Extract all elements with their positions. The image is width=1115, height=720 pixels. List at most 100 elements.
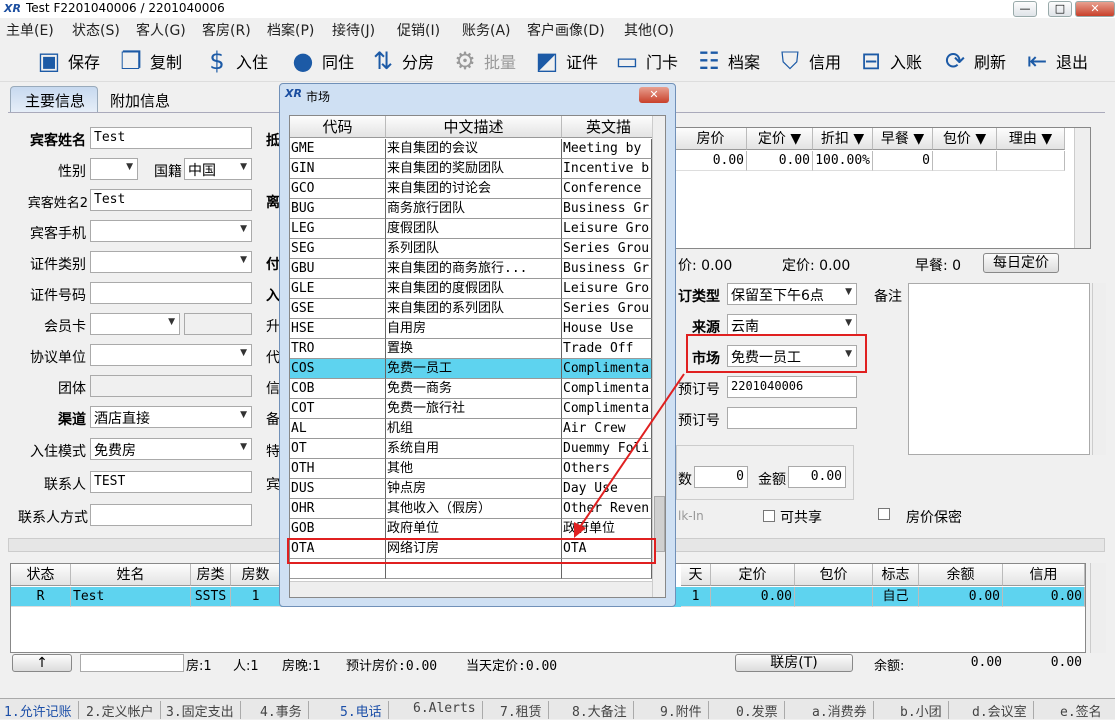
rate-header[interactable]: 折扣 ▼: [813, 128, 873, 150]
market-row[interactable]: GIN 来自集团的奖励团队 Incentive b: [290, 159, 652, 179]
booking-no-input[interactable]: 2201040006: [727, 376, 857, 398]
credit-button[interactable]: ⛉ 信用: [775, 43, 841, 79]
guest-name2-input[interactable]: Test: [90, 189, 252, 211]
guest-list-scrollbar[interactable]: [1090, 563, 1106, 653]
bottom-tab[interactable]: 3.固定支出: [166, 701, 241, 720]
close-button[interactable]: ✕: [1075, 1, 1115, 17]
guest-cell[interactable]: 0.00: [919, 587, 1003, 607]
bottom-tab[interactable]: 2.定义帐户: [86, 701, 161, 720]
rate-header[interactable]: 早餐 ▼: [873, 128, 933, 150]
id-doc-button[interactable]: ◩ 证件: [532, 43, 598, 79]
guest-list-header[interactable]: 房数: [231, 564, 281, 586]
source-select[interactable]: 云南: [727, 314, 857, 336]
bottom-tab[interactable]: 0.发票: [736, 701, 785, 720]
amount-input[interactable]: 0.00: [788, 466, 846, 488]
post-button[interactable]: ⊟ 入账: [856, 43, 922, 79]
rate-cell[interactable]: 0.00: [747, 151, 813, 171]
guest-cell[interactable]: 0.00: [1003, 587, 1085, 607]
remark-textarea[interactable]: [908, 283, 1090, 455]
guest-list-header[interactable]: 定价: [711, 564, 795, 586]
rate-header[interactable]: 定价 ▼: [747, 128, 813, 150]
menu-item[interactable]: 档案(P): [267, 20, 314, 40]
bottom-tab[interactable]: 1.允许记账: [4, 701, 79, 720]
guest-list-header[interactable]: 姓名: [71, 564, 191, 586]
rate-cell[interactable]: [997, 151, 1065, 171]
tab-main-info[interactable]: 主要信息: [10, 86, 98, 112]
rate-header[interactable]: 理由 ▼: [997, 128, 1065, 150]
guest-cell[interactable]: Test: [71, 587, 191, 607]
minimize-button[interactable]: —: [1013, 1, 1037, 17]
guest-list-header[interactable]: 天: [681, 564, 711, 586]
guest-name-input[interactable]: Test: [90, 127, 252, 149]
rate-header[interactable]: 包价 ▼: [933, 128, 997, 150]
guest-list-header[interactable]: 包价: [795, 564, 873, 586]
bottom-tab[interactable]: e.签名: [1060, 701, 1108, 720]
rate-cell[interactable]: 0: [873, 151, 933, 171]
menu-item[interactable]: 状态(S): [72, 20, 120, 40]
booking-type-select[interactable]: 保留至下午6点: [727, 283, 857, 305]
rate-cell[interactable]: [933, 151, 997, 171]
up-button[interactable]: ↑: [12, 654, 72, 672]
agreement-unit-select[interactable]: [90, 344, 252, 366]
gender-select[interactable]: [90, 158, 138, 180]
market-row[interactable]: BUG 商务旅行团队 Business Gr: [290, 199, 652, 219]
menu-item[interactable]: 客人(G): [136, 20, 186, 40]
tab-extra-info[interactable]: 附加信息: [98, 88, 188, 112]
bottom-tab[interactable]: 8.大备注: [572, 701, 634, 720]
market-row[interactable]: TRO 置换 Trade Off: [290, 339, 652, 359]
link-room-button[interactable]: 联房(T): [735, 654, 853, 672]
bottom-tab[interactable]: 9.附件: [660, 701, 709, 720]
rate-header[interactable]: 房价: [675, 128, 747, 150]
menu-item[interactable]: 其他(O): [624, 20, 674, 40]
guest-list-header[interactable]: 余额: [919, 564, 1003, 586]
bottom-tab[interactable]: a.消费券: [812, 701, 874, 720]
batch-button[interactable]: ⚙ 批量: [450, 43, 516, 79]
guest-cell[interactable]: 0.00: [711, 587, 795, 607]
member-card-select[interactable]: [90, 313, 180, 335]
market-row[interactable]: SEG 系列团队 Series Grou: [290, 239, 652, 259]
guest-cell[interactable]: 自己: [873, 587, 919, 607]
guest-list-header[interactable]: 标志: [873, 564, 919, 586]
summary-input[interactable]: [80, 654, 184, 672]
id-type-select[interactable]: [90, 251, 252, 273]
rate-grid[interactable]: 房价 定价 ▼ 折扣 ▼ 早餐 ▼ 包价 ▼ 理由 ▼ 0.00 0.00 10…: [674, 127, 1091, 249]
guest-cell[interactable]: 1: [681, 587, 711, 607]
share-room-button[interactable]: ● 同住: [288, 43, 355, 79]
contact-input[interactable]: TEST: [90, 471, 252, 493]
market-row[interactable]: HSE 自用房 House Use: [290, 319, 652, 339]
daily-price-button[interactable]: 每日定价: [983, 253, 1059, 273]
menu-item[interactable]: 主单(E): [6, 20, 54, 40]
market-row[interactable]: GLE 来自集团的度假团队 Leisure Gro: [290, 279, 652, 299]
refresh-button[interactable]: ⟳ 刷新: [940, 43, 1006, 79]
dialog-close-button[interactable]: ✕: [639, 87, 669, 103]
guest-list-header[interactable]: 房类: [191, 564, 231, 586]
mobile-select[interactable]: [90, 220, 252, 242]
market-row[interactable]: GBU 来自集团的商务旅行... Business Gr: [290, 259, 652, 279]
menu-item[interactable]: 客房(R): [202, 20, 251, 40]
market-hscrollbar[interactable]: [290, 581, 652, 597]
copy-button[interactable]: ❐ 复制: [116, 43, 182, 79]
market-header[interactable]: 英文描: [562, 116, 656, 138]
guest-cell[interactable]: 1: [231, 587, 281, 607]
menu-item[interactable]: 接待(J): [332, 20, 375, 40]
rate-grid-scrollbar[interactable]: [1074, 128, 1090, 248]
menu-item[interactable]: 客户画像(D): [527, 20, 605, 40]
checkin-mode-select[interactable]: 免费房: [90, 438, 252, 460]
checkin-button[interactable]: $ 入住: [202, 43, 268, 79]
ext-booking-input[interactable]: [727, 407, 857, 429]
save-button[interactable]: ▣ 保存: [34, 43, 100, 79]
rate-cell[interactable]: 0.00: [675, 151, 747, 171]
market-row[interactable]: GCO 来自集团的讨论会 Conference: [290, 179, 652, 199]
contact-method-input[interactable]: [90, 504, 252, 526]
nationality-select[interactable]: 中国: [184, 158, 252, 180]
bottom-tab[interactable]: 4.事务: [260, 701, 309, 720]
guest-cell[interactable]: R: [11, 587, 71, 607]
market-row[interactable]: GSE 来自集团的系列团队 Series Grou: [290, 299, 652, 319]
id-number-input[interactable]: [90, 282, 252, 304]
menu-item[interactable]: 促销(I): [397, 20, 440, 40]
bottom-tab[interactable]: 6.Alerts: [413, 701, 483, 719]
shareable-checkbox[interactable]: [763, 510, 775, 522]
channel-select[interactable]: 酒店直接: [90, 406, 252, 428]
guest-list-header[interactable]: 信用: [1003, 564, 1085, 586]
guest-cell[interactable]: SSTS: [191, 587, 231, 607]
